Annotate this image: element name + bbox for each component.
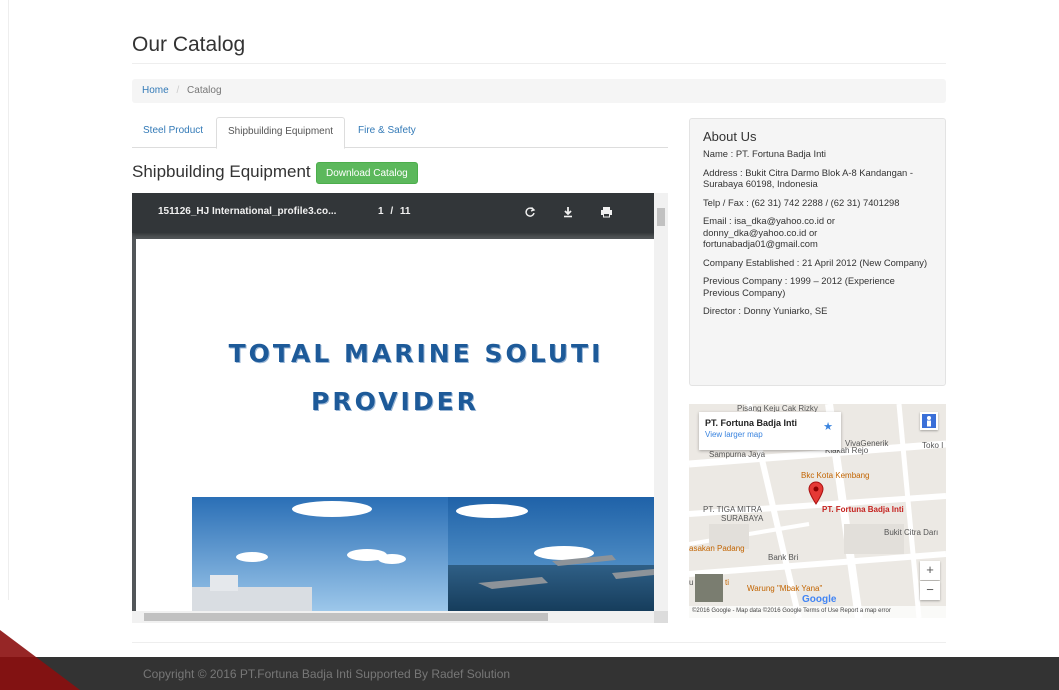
pdf-page: TOTAL MARINE SOLUTI PROVIDER: [136, 239, 654, 611]
about-name: Name : PT. Fortuna Badja Inti: [703, 148, 826, 159]
about-director: Director : Donny Yuniarko, SE: [703, 305, 828, 316]
rotate-icon[interactable]: [520, 202, 540, 222]
footer-divider: [132, 642, 946, 643]
map-label-warung: Warung "Mbak Yana": [747, 584, 823, 593]
doc-ships-photo: [192, 497, 654, 611]
view-larger-map-link[interactable]: View larger map: [705, 430, 835, 439]
street-view-pegman-icon[interactable]: [920, 412, 938, 430]
page-title: Our Catalog: [132, 33, 246, 56]
map-zoom-in-button[interactable]: +: [920, 561, 940, 580]
map-label-sampurna: Sampurna Jaya: [709, 450, 766, 459]
about-previous: Previous Company : 1999 – 2012 (Experien…: [703, 275, 895, 298]
download-icon[interactable]: [558, 202, 578, 222]
map-pin-icon[interactable]: [808, 481, 824, 505]
pdf-viewer[interactable]: 151126_HJ International_profile3.co... 1…: [132, 193, 668, 623]
page-edge: [8, 0, 9, 600]
map-label-toko: Toko I: [922, 441, 944, 450]
footer-copyright: Copyright © 2016 PT.Fortuna Badja Inti S…: [143, 667, 511, 681]
location-map[interactable]: Pisang Keju Cak Rizky VivaGenerik Toko I…: [689, 404, 946, 618]
about-established: Company Established : 21 April 2012 (New…: [703, 256, 928, 268]
map-label-bank: Bank Bri: [768, 553, 799, 562]
pdf-page-current[interactable]: 1: [378, 206, 384, 217]
title-divider: [132, 63, 946, 64]
pdf-vertical-scrollbar[interactable]: [654, 193, 668, 611]
catalog-tabs: Steel Product Shipbuilding Equipment Fir…: [132, 117, 668, 149]
about-us-panel: About Us Name : PT. Fortuna Badja Inti A…: [689, 118, 946, 386]
tab-shipbuilding-equipment[interactable]: Shipbuilding Equipment: [216, 117, 346, 149]
doc-heading-line-1: TOTAL MARINE SOLUTI: [228, 339, 604, 368]
map-label-masakan: asakan Padang: [689, 544, 745, 553]
pdf-page-separator: /: [390, 206, 394, 217]
pdf-horizontal-scrollbar[interactable]: [132, 611, 668, 623]
map-label-fortuna: PT. Fortuna Badja Inti: [822, 505, 904, 514]
map-place-card: PT. Fortuna Badja Inti View larger map ★: [699, 412, 841, 450]
tab-steel-product[interactable]: Steel Product: [132, 117, 214, 148]
tab-fire-safety[interactable]: Fire & Safety: [347, 117, 427, 148]
page: { "header": { "title": "Our Catalog" }, …: [0, 0, 1059, 690]
breadcrumb: Home / Catalog: [132, 79, 946, 103]
map-zoom-out-button[interactable]: −: [920, 581, 940, 600]
map-label-u: u: [689, 578, 694, 587]
breadcrumb-current: Catalog: [187, 85, 222, 96]
google-logo: Google: [802, 594, 837, 605]
print-icon[interactable]: [596, 202, 616, 222]
map-label-bkc: Bkc Kota Kembang: [801, 471, 870, 480]
pdf-filename: 151126_HJ International_profile3.co...: [158, 206, 337, 217]
breadcrumb-separator: /: [176, 85, 180, 96]
pdf-toolbar: 151126_HJ International_profile3.co... 1…: [132, 193, 668, 233]
scrollbar-corner: [654, 611, 668, 623]
about-us-title: About Us: [703, 129, 757, 144]
map-label-bukit: Bukit Citra Darı: [884, 528, 939, 537]
save-star-icon[interactable]: ★: [823, 420, 833, 433]
footer: Copyright © 2016 PT.Fortuna Badja Inti S…: [0, 657, 1059, 690]
about-phone: Telp / Fax : (62 31) 742 2288 / (62 31) …: [703, 196, 900, 208]
pdf-horizontal-scroll-thumb[interactable]: [144, 613, 548, 621]
map-place-name: PT. Fortuna Badja Inti: [705, 418, 798, 428]
map-label-tiga-2: SURABAYA: [721, 514, 764, 523]
map-label-ti: ti: [725, 578, 729, 587]
pdf-page-total: 11: [399, 206, 411, 217]
corner-watermark: [0, 630, 80, 690]
map-label-tiga-1: PT. TIGA MITRA: [703, 505, 762, 514]
pdf-vertical-scroll-thumb[interactable]: [657, 208, 665, 226]
pdf-page-indicator: 1 / 11: [378, 206, 410, 217]
about-email: Email : isa_dka@yahoo.co.id or donny_dka…: [703, 215, 835, 249]
download-catalog-button[interactable]: Download Catalog: [316, 162, 418, 184]
map-attribution[interactable]: ©2016 Google - Map data ©2016 Google Ter…: [689, 606, 946, 618]
about-address: Address : Bukit Citra Darmo Blok A-8 Kan…: [703, 166, 913, 190]
doc-heading-line-2: PROVIDER: [311, 387, 479, 416]
section-title: Shipbuilding Equipment: [132, 162, 311, 181]
breadcrumb-home-link[interactable]: Home: [142, 85, 169, 96]
